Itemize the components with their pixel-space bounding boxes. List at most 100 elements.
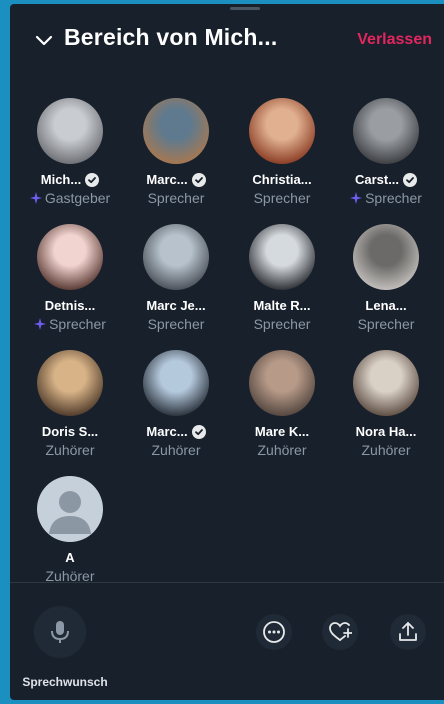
participant[interactable]: A Zuhörer xyxy=(18,476,122,584)
more-icon xyxy=(263,621,285,643)
participant-name-row: Marc Je... xyxy=(124,297,228,314)
more-button[interactable] xyxy=(256,614,292,650)
reaction-button[interactable] xyxy=(322,614,358,650)
divider xyxy=(10,582,444,583)
participant[interactable]: Lena... Sprecher xyxy=(334,224,438,332)
space-title: Bereich von Mich... xyxy=(64,24,278,50)
participant[interactable]: Marc Je... Sprecher xyxy=(124,224,228,332)
avatar[interactable] xyxy=(353,350,419,416)
leave-button[interactable]: Verlassen xyxy=(357,31,432,49)
share-icon xyxy=(399,622,417,641)
participant-name: Marc... xyxy=(146,172,188,187)
participant-role-row: Zuhörer xyxy=(334,441,438,458)
avatar[interactable] xyxy=(143,350,209,416)
participant-role-row: Sprecher xyxy=(230,315,334,332)
participant-role: Sprecher xyxy=(147,189,205,206)
participant[interactable]: Marc... Zuhörer xyxy=(124,350,228,458)
participant-name: Detnis... xyxy=(44,298,96,313)
participant-name: A xyxy=(65,550,75,565)
participant-name: Christia... xyxy=(252,172,312,187)
participant[interactable]: Mare K... Zuhörer xyxy=(230,350,334,458)
verified-check-icon xyxy=(85,172,100,187)
participant-role: Sprecher xyxy=(253,189,311,206)
avatar[interactable] xyxy=(353,224,419,290)
sparkle-icon xyxy=(350,191,363,204)
participant-name: Mare K... xyxy=(254,424,310,439)
participant-role-row: Sprecher xyxy=(124,315,228,332)
participant-name-row: Carst... xyxy=(334,171,438,188)
participant-name: Carst... xyxy=(354,172,400,187)
participant-name-row: Marc... xyxy=(124,423,228,440)
participant-role: Gastgeber xyxy=(44,189,111,206)
avatar[interactable] xyxy=(353,98,419,164)
space-header: Bereich von Mich... Verlassen xyxy=(10,22,444,62)
participant-role-row: Zuhörer xyxy=(230,441,334,458)
participant-role: Zuhörer xyxy=(257,441,307,458)
avatar[interactable] xyxy=(37,98,103,164)
participant-role-row: Zuhörer xyxy=(124,441,228,458)
participant-role: Sprecher xyxy=(49,315,106,332)
participant-name-row: Mich... xyxy=(18,171,122,188)
participant-role: Sprecher xyxy=(147,315,205,332)
participant-role: Sprecher xyxy=(357,315,415,332)
share-button[interactable] xyxy=(390,614,426,650)
participant-role-row: Sprecher xyxy=(230,189,334,206)
chevron-down-icon[interactable] xyxy=(34,30,54,50)
sparkle-icon xyxy=(29,191,42,204)
participant-name: Marc... xyxy=(146,424,188,439)
participant-name-row: Marc... xyxy=(124,171,228,188)
avatar[interactable] xyxy=(143,224,209,290)
avatar[interactable] xyxy=(249,350,315,416)
participant-name-row: Lena... xyxy=(334,297,438,314)
avatar[interactable] xyxy=(37,224,103,290)
sparkle-icon xyxy=(34,317,47,330)
avatar[interactable] xyxy=(249,224,315,290)
participant-role: Sprecher xyxy=(253,315,311,332)
participant-role: Zuhörer xyxy=(151,441,201,458)
microphone-icon xyxy=(51,621,69,643)
participant[interactable]: Malte R... Sprecher xyxy=(230,224,334,332)
participant[interactable]: Detnis... Sprecher xyxy=(18,224,122,332)
verified-check-icon xyxy=(191,424,206,439)
request-to-speak-button[interactable] xyxy=(34,606,86,658)
avatar[interactable] xyxy=(249,98,315,164)
verified-check-icon xyxy=(191,172,206,187)
participant-role-row: Sprecher xyxy=(334,189,438,206)
participant-role: Sprecher xyxy=(365,189,422,206)
participant[interactable]: Doris S... Zuhörer xyxy=(18,350,122,458)
participant-role-row: Sprecher xyxy=(18,315,122,332)
verified-check-icon xyxy=(403,172,418,187)
participant-name-row: Nora Ha... xyxy=(334,423,438,440)
participant[interactable]: Christia... Sprecher xyxy=(230,98,334,206)
request-to-speak-label: Sprechwunsch xyxy=(22,675,108,689)
participant-name-row: Doris S... xyxy=(18,423,122,440)
participant[interactable]: Marc... Sprecher xyxy=(124,98,228,206)
participant-name-row: Malte R... xyxy=(230,297,334,314)
participant-name-row: Mare K... xyxy=(230,423,334,440)
participant-name-row: Detnis... xyxy=(18,297,122,314)
heart-plus-icon xyxy=(329,622,352,641)
participant-name-row: Christia... xyxy=(230,171,334,188)
participant-role-row: Sprecher xyxy=(334,315,438,332)
participant[interactable]: Nora Ha... Zuhörer xyxy=(334,350,438,458)
avatar[interactable] xyxy=(37,350,103,416)
default-avatar-icon xyxy=(49,491,91,534)
avatar[interactable] xyxy=(143,98,209,164)
participant-name: Malte R... xyxy=(253,298,311,313)
avatar[interactable] xyxy=(37,476,103,542)
participant-role: Zuhörer xyxy=(45,441,95,458)
participant-name: Nora Ha... xyxy=(355,424,417,439)
participant-name: Lena... xyxy=(365,298,407,313)
participant-name: Doris S... xyxy=(41,424,99,439)
participant-role-row: Gastgeber xyxy=(18,189,122,206)
participant-role: Zuhörer xyxy=(361,441,411,458)
participant-role-row: Zuhörer xyxy=(18,441,122,458)
drag-handle[interactable] xyxy=(230,7,260,10)
space-panel: Bereich von Mich... Verlassen Mich... Gas… xyxy=(10,4,444,700)
participant-role-row: Sprecher xyxy=(124,189,228,206)
participant-name: Marc Je... xyxy=(146,298,206,313)
participant[interactable]: Mich... Gastgeber xyxy=(18,98,122,206)
participant[interactable]: Carst... Sprecher xyxy=(334,98,438,206)
participant-name: Mich... xyxy=(40,172,82,187)
participant-name-row: A xyxy=(18,549,122,566)
